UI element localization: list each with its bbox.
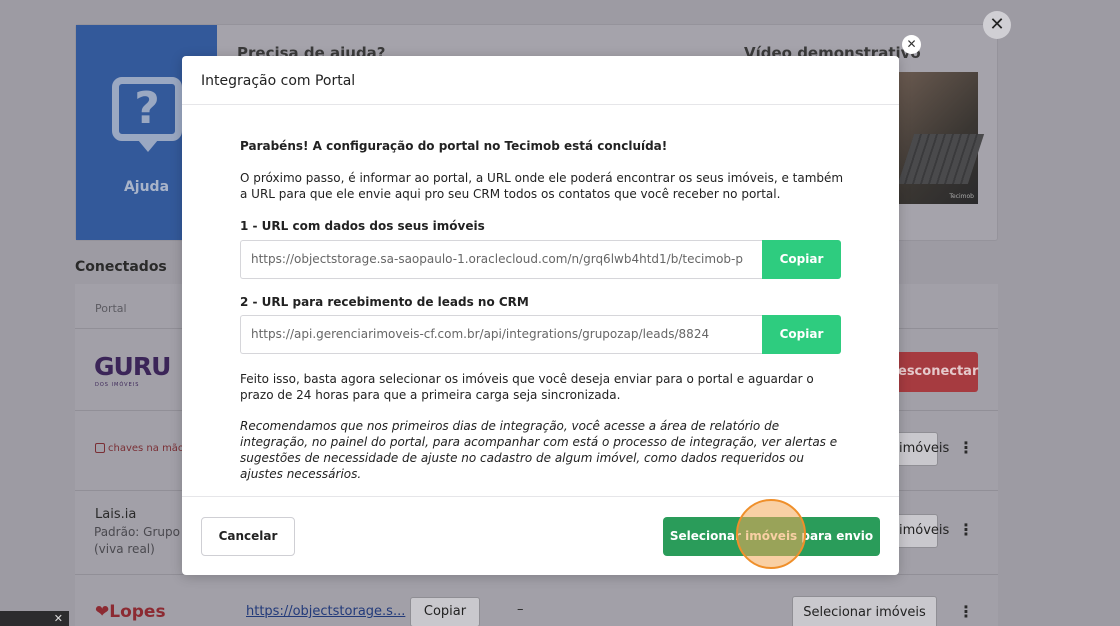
question-icon-tail <box>138 140 158 152</box>
keyboard-image <box>897 134 985 184</box>
chaves-logo-icon <box>95 443 105 453</box>
cancel-button[interactable]: Cancelar <box>201 517 295 556</box>
more-options-icon[interactable]: ⋮ <box>958 602 974 621</box>
video-thumbnail[interactable]: Tecimob <box>897 72 985 204</box>
lopes-copy-button[interactable]: Copiar <box>410 597 480 626</box>
url2-field[interactable]: https://api.gerenciarimoveis-cf.com.br/a… <box>240 315 763 354</box>
chaves-logo-text: chaves na mão <box>108 443 185 454</box>
lais-subtitle: Padrão: Grupo (viva real) <box>94 524 180 558</box>
modal-header: Integração com Portal <box>182 56 899 105</box>
modal-close-icon[interactable]: ✕ <box>902 35 921 54</box>
help-card-close-icon[interactable]: ✕ <box>983 11 1011 39</box>
lais-subtitle-line1: Padrão: Grupo <box>94 525 180 539</box>
lais-subtitle-line2: (viva real) <box>94 542 155 556</box>
portal-column-header: Portal <box>95 302 127 315</box>
url1-field[interactable]: https://objectstorage.sa-saopaulo-1.orac… <box>240 240 763 279</box>
connected-section-title: Conectados <box>75 259 167 275</box>
lopes-leads-dash: – <box>517 602 524 617</box>
select-properties-button[interactable]: Selecionar imóveis para envio <box>663 517 880 556</box>
guru-logo: GURU <box>94 352 171 381</box>
copy-url2-button[interactable]: Copiar <box>762 315 841 354</box>
copy-url1-button[interactable]: Copiar <box>762 240 841 279</box>
lopes-logo-text: Lopes <box>109 602 166 622</box>
lopes-url-link[interactable]: https://objectstorage.s... <box>246 604 405 619</box>
video-watermark: Tecimob <box>949 193 974 200</box>
more-options-icon[interactable]: ⋮ <box>958 438 974 457</box>
recommendation-text: Recomendamos que nos primeiros dias de i… <box>240 419 838 481</box>
url1-label: 1 - URL com dados dos seus imóveis <box>240 219 485 233</box>
toast-close-icon[interactable]: ✕ <box>0 611 69 626</box>
intro-text: O próximo passo, é informar ao portal, a… <box>240 171 844 201</box>
modal-title: Integração com Portal <box>201 73 356 89</box>
congrats-message: Parabéns! A configuração do portal no Te… <box>240 139 668 153</box>
chaves-na-mao-logo: chaves na mão <box>95 443 184 454</box>
lopes-logo: ❤Lopes <box>95 602 166 622</box>
modal-footer: Cancelar Selecionar imóveis para envio <box>182 496 899 575</box>
question-icon: ? <box>112 77 182 141</box>
after-text: Feito isso, basta agora selecionar os im… <box>240 372 814 402</box>
guru-logo-subtitle: DOS IMÓVEIS <box>95 382 140 388</box>
lais-name: Lais.ia <box>95 507 137 522</box>
lopes-select-button[interactable]: Selecionar imóveis <box>792 596 937 626</box>
integration-modal: Integração com Portal ✕ Parabéns! A conf… <box>182 35 921 575</box>
more-options-icon[interactable]: ⋮ <box>958 520 974 539</box>
url2-label: 2 - URL para recebimento de leads no CRM <box>240 295 529 309</box>
